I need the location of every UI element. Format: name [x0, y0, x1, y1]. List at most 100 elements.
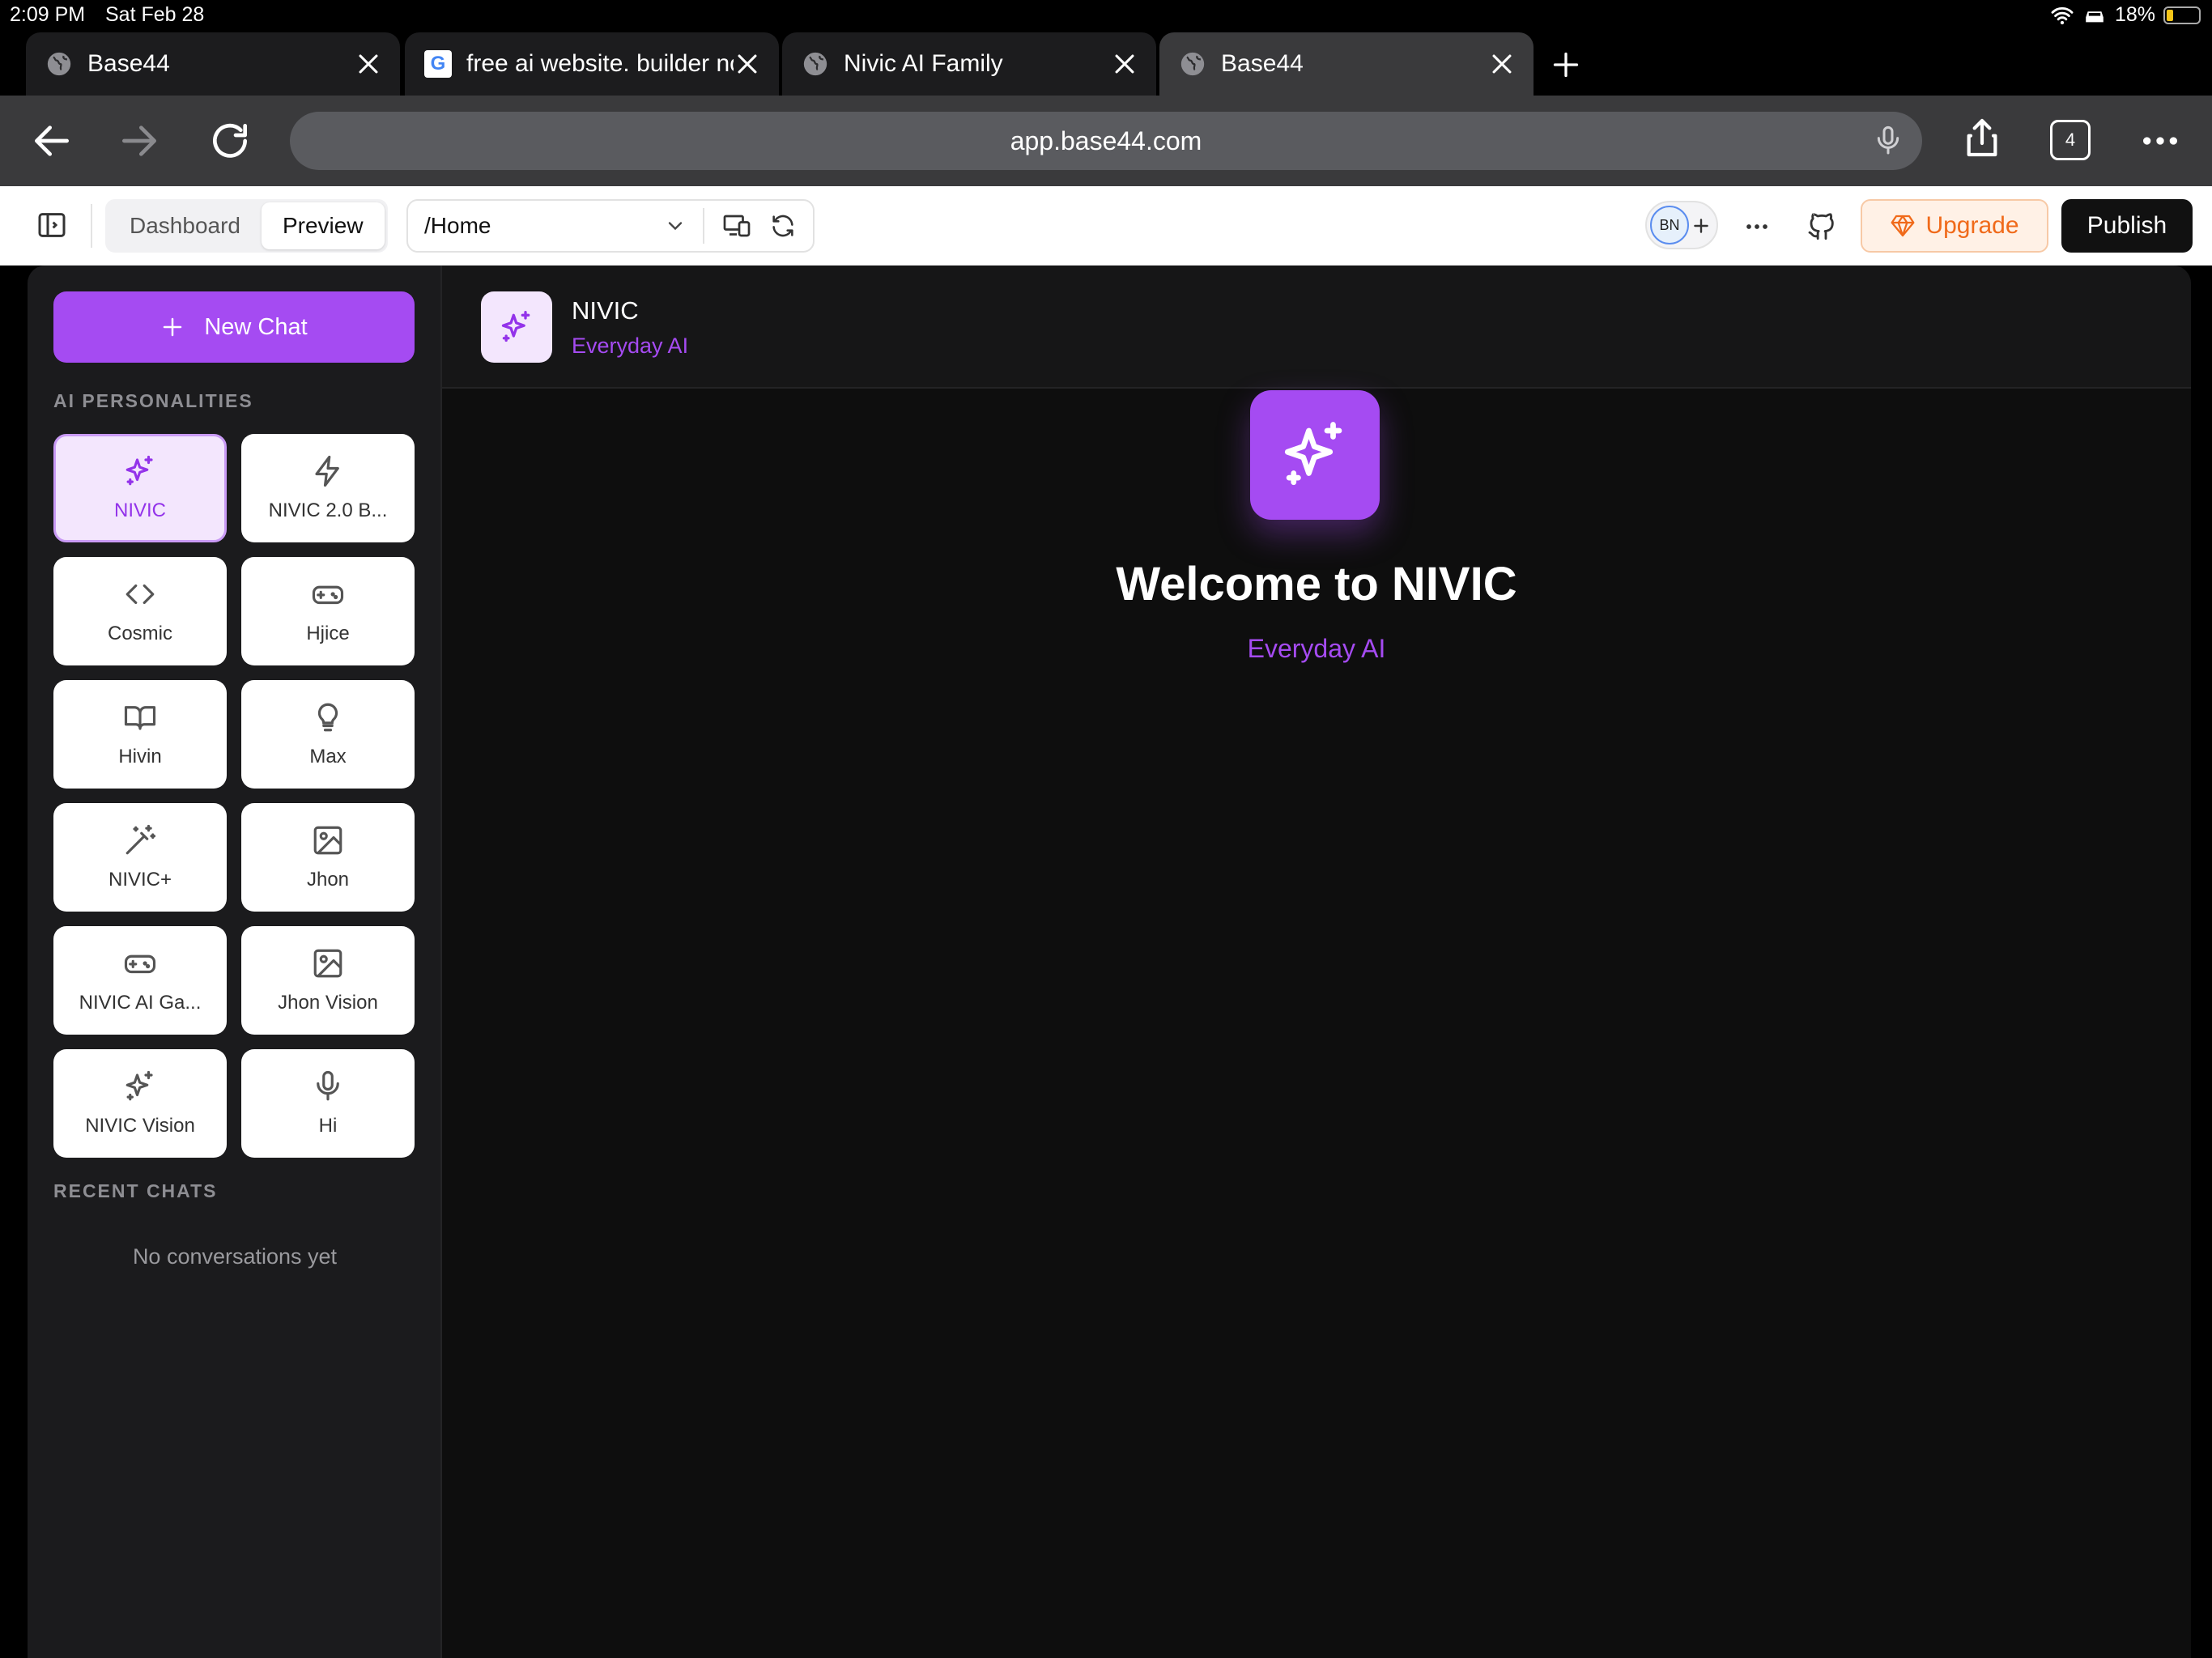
close-icon[interactable] — [1111, 50, 1138, 78]
microphone-icon[interactable] — [1872, 125, 1904, 157]
personality-card[interactable]: Jhon Vision — [241, 926, 415, 1035]
personality-card[interactable]: Hivin — [53, 680, 227, 789]
personality-card[interactable]: Max — [241, 680, 415, 789]
sparkles-icon — [123, 454, 157, 488]
chat-header-title: NIVIC — [572, 296, 639, 325]
chevron-down-icon — [668, 222, 683, 231]
refresh-icon[interactable] — [769, 212, 797, 240]
status-right: 18% — [2050, 3, 2201, 27]
browser-tab[interactable]: Nivic AI Family — [782, 32, 1156, 96]
collaborators-group[interactable]: BN — [1645, 201, 1718, 249]
add-collaborator-icon[interactable] — [1691, 215, 1712, 236]
gem-icon — [1891, 215, 1915, 237]
chat-main: NIVIC Everyday AI Welcome to NIVIC Every… — [442, 266, 2191, 1658]
toolbar-divider — [91, 204, 92, 248]
more-dots-icon[interactable] — [2138, 118, 2183, 164]
sparkles-icon — [481, 291, 552, 363]
personality-label: NIVIC 2.0 B... — [268, 500, 388, 521]
personality-label: NIVIC — [113, 500, 166, 521]
personality-label: NIVIC Vision — [85, 1115, 195, 1137]
status-bar: 2:09 PM Sat Feb 28 18% — [0, 0, 2212, 32]
image-icon — [311, 823, 345, 857]
personality-label: Jhon — [306, 869, 350, 891]
personality-label: Cosmic — [107, 623, 172, 644]
personality-label: Hjice — [306, 623, 350, 644]
globe-icon — [802, 50, 829, 78]
github-icon[interactable] — [1806, 209, 1838, 241]
personality-label: Max — [309, 746, 347, 767]
close-icon[interactable] — [1488, 50, 1516, 78]
browser-tab[interactable]: G free ai website. builder no — [405, 32, 779, 96]
book-icon — [123, 700, 157, 734]
device-preview-icon[interactable] — [722, 211, 751, 240]
route-divider — [703, 208, 704, 244]
personality-card[interactable]: NIVIC Vision — [53, 1049, 227, 1158]
chat-sidebar: New Chat AI PERSONALITIES NIVIC NIVIC 2.0… — [28, 266, 442, 1658]
personality-card[interactable]: NIVIC 2.0 B... — [241, 434, 415, 542]
microphone-icon — [311, 1069, 345, 1103]
personality-card[interactable]: Hjice — [241, 557, 415, 665]
google-icon: G — [424, 50, 452, 78]
browser-toolbar: app.base44.com 4 — [0, 96, 2212, 186]
status-time: 2:09 PM — [10, 3, 86, 26]
browser-tab[interactable]: Base44 — [26, 32, 400, 96]
reload-icon[interactable] — [207, 118, 253, 164]
address-bar[interactable]: app.base44.com — [290, 112, 1922, 170]
gamepad-icon — [123, 946, 157, 980]
new-tab-plus-icon[interactable] — [1551, 50, 1580, 79]
personality-label: NIVIC AI Ga... — [79, 992, 202, 1014]
tab-title: Nivic AI Family — [844, 50, 1003, 77]
browser-tab-active[interactable]: Base44 — [1159, 32, 1534, 96]
close-icon[interactable] — [734, 50, 761, 78]
upgrade-label: Upgrade — [1925, 212, 2019, 239]
publish-button[interactable]: Publish — [2061, 199, 2193, 253]
share-icon[interactable] — [1959, 115, 2005, 160]
personality-label: Jhon Vision — [278, 992, 378, 1014]
sparkles-icon — [123, 1069, 157, 1103]
battery-percent: 18% — [2114, 3, 2155, 26]
personality-card[interactable]: Cosmic — [53, 557, 227, 665]
chat-header-subtitle: Everyday AI — [572, 334, 689, 358]
sidebar-toggle-icon[interactable] — [36, 209, 68, 241]
car-icon — [2086, 11, 2104, 22]
new-chat-button[interactable]: New Chat — [53, 291, 415, 363]
personality-label: Hivin — [118, 746, 162, 767]
welcome-subtitle: Everyday AI — [1247, 634, 1386, 663]
dashboard-tab[interactable]: Dashboard — [108, 202, 262, 249]
forward-arrow-icon[interactable] — [117, 118, 162, 164]
chat-header: NIVIC Everyday AI — [442, 266, 2191, 389]
route-selector[interactable]: /Home — [406, 199, 815, 253]
lightbulb-icon — [311, 700, 345, 734]
personality-card[interactable]: Jhon — [241, 803, 415, 912]
url-text: app.base44.com — [1010, 125, 1202, 155]
lightning-icon — [311, 454, 345, 488]
wifi-icon — [2051, 6, 2074, 24]
personality-label: NIVIC+ — [108, 869, 172, 891]
empty-chats-message: No conversations yet — [132, 1244, 338, 1269]
browser-tab-strip: Base44 G free ai website. builder no Niv… — [0, 32, 2212, 96]
globe-icon — [1179, 50, 1206, 78]
personalities-heading: AI PERSONALITIES — [53, 390, 253, 411]
welcome-title: Welcome to NIVIC — [1116, 558, 1517, 610]
personality-card[interactable]: NIVIC+ — [53, 803, 227, 912]
view-mode-toggle: Dashboard Preview — [105, 199, 388, 253]
image-icon — [311, 946, 345, 980]
back-arrow-icon[interactable] — [29, 118, 74, 164]
personality-card[interactable]: Hi — [241, 1049, 415, 1158]
personality-label: Hi — [318, 1115, 338, 1137]
more-options-icon[interactable] — [1741, 210, 1773, 243]
personality-card[interactable]: NIVIC AI Ga... — [53, 926, 227, 1035]
upgrade-button[interactable]: Upgrade — [1861, 199, 2048, 253]
personality-card[interactable]: NIVIC — [53, 434, 227, 542]
preview-tab[interactable]: Preview — [261, 202, 385, 249]
welcome-sparkles-icon — [1250, 390, 1380, 520]
tab-count-button[interactable]: 4 — [2050, 120, 2091, 160]
plus-icon — [164, 317, 182, 337]
app-toolbar: Dashboard Preview /Home BN Upgrade Publi… — [0, 186, 2212, 266]
battery-icon — [2163, 6, 2201, 24]
close-icon[interactable] — [355, 50, 382, 78]
recent-chats-heading: RECENT CHATS — [53, 1180, 218, 1201]
new-chat-label: New Chat — [204, 313, 308, 340]
tab-title: Base44 — [1221, 50, 1304, 77]
code-icon — [123, 577, 157, 611]
